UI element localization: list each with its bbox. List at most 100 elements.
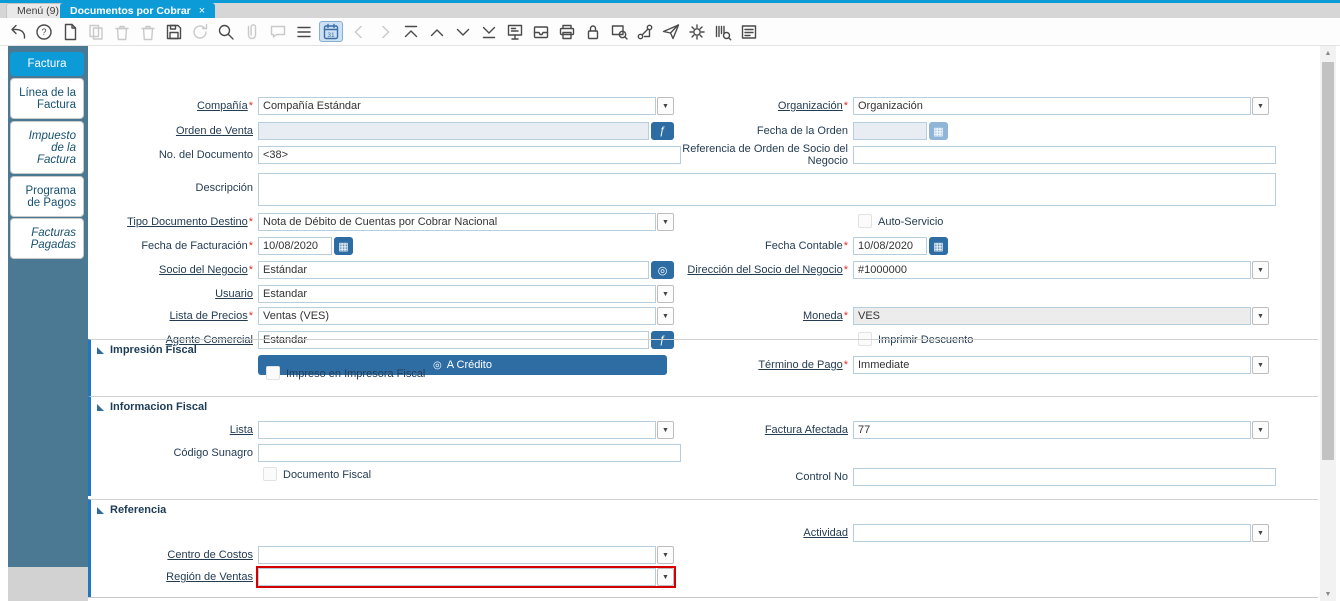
save-icon[interactable]	[163, 21, 184, 42]
lock-icon[interactable]	[582, 21, 603, 42]
sidebar-tab-linea-de-la-factura[interactable]: Línea de la Factura	[10, 78, 84, 119]
calendar-icon[interactable]: 31	[319, 21, 343, 42]
lista-value[interactable]	[258, 421, 656, 439]
direccion-socio-label[interactable]: Dirección del Socio del Negocio*	[678, 264, 848, 276]
next-record-icon[interactable]	[452, 21, 473, 42]
zoom-across-icon[interactable]	[608, 21, 629, 42]
fecha-de-la-orden-field[interactable]: ▦	[853, 122, 948, 140]
scroll-up-icon[interactable]: ▲	[1320, 46, 1336, 60]
descripcion-textarea[interactable]	[258, 173, 1276, 206]
actividad-combo[interactable]: ▼	[853, 524, 1269, 542]
tipo-documento-destino-value[interactable]: Nota de Débito de Cuentas por Cobrar Nac…	[258, 213, 656, 231]
compania-value[interactable]: Compañía Estándar	[258, 97, 656, 115]
usuario-dropdown-icon[interactable]: ▼	[657, 285, 674, 303]
workflow-icon[interactable]	[634, 21, 655, 42]
socio-del-negocio-info-button[interactable]: ◎	[651, 261, 674, 279]
fecha-contable-field[interactable]: ▦	[853, 237, 948, 255]
form-panel-icon[interactable]	[738, 21, 759, 42]
centro-de-costos-combo[interactable]: ▼	[258, 546, 674, 564]
region-de-ventas-dropdown-icon[interactable]: ▼	[657, 568, 674, 586]
direccion-socio-value[interactable]: #1000000	[853, 261, 1251, 279]
orden-de-venta-lookup-button[interactable]: ƒ	[651, 122, 674, 140]
previous-record-icon[interactable]	[426, 21, 447, 42]
lista-de-precios-dropdown-icon[interactable]: ▼	[657, 307, 674, 325]
usuario-value[interactable]: Estandar	[258, 285, 656, 303]
centro-de-costos-label[interactable]: Centro de Costos	[60, 549, 253, 561]
undo-icon[interactable]	[7, 21, 28, 42]
factura-afectada-combo[interactable]: 77 ▼	[853, 421, 1269, 439]
tab-documentos-por-cobrar[interactable]: Documentos por Cobrar ×	[60, 3, 216, 18]
scroll-down-icon[interactable]: ▼	[1320, 587, 1336, 601]
actividad-dropdown-icon[interactable]: ▼	[1252, 524, 1269, 542]
referencia-orden-input[interactable]	[853, 146, 1276, 164]
scrollbar-thumb[interactable]	[1322, 62, 1334, 460]
tipo-documento-destino-dropdown-icon[interactable]: ▼	[657, 213, 674, 231]
sidebar-tab-impuesto-de-la-factura[interactable]: Impuesto de la Factura	[10, 121, 84, 174]
control-no-input[interactable]	[853, 468, 1276, 486]
actividad-label[interactable]: Actividad	[678, 527, 848, 539]
lista-de-precios-label[interactable]: Lista de Precios*	[60, 310, 253, 322]
factura-afectada-dropdown-icon[interactable]: ▼	[1252, 421, 1269, 439]
sidebar-tab-factura[interactable]: Factura	[10, 52, 84, 76]
socio-del-negocio-label[interactable]: Socio del Negocio*	[60, 264, 253, 276]
direccion-socio-dropdown-icon[interactable]: ▼	[1252, 261, 1269, 279]
section-informacion-fiscal-header[interactable]: Informacion Fiscal	[97, 401, 207, 413]
tipo-documento-destino-label[interactable]: Tipo Documento Destino*	[60, 216, 253, 228]
factura-afectada-value[interactable]: 77	[853, 421, 1251, 439]
orden-de-venta-label[interactable]: Orden de Venta	[60, 125, 253, 137]
no-del-documento-input[interactable]	[258, 146, 681, 164]
grid-toggle-icon[interactable]	[293, 21, 314, 42]
organizacion-value[interactable]: Organización	[853, 97, 1251, 115]
section-referencia-header[interactable]: Referencia	[97, 504, 166, 516]
moneda-label[interactable]: Moneda*	[678, 310, 848, 322]
impreso-en-impresora-fiscal-checkbox[interactable]	[266, 366, 280, 380]
compania-combo[interactable]: Compañía Estándar ▼	[258, 97, 674, 115]
organizacion-combo[interactable]: Organización ▼	[853, 97, 1269, 115]
print-icon[interactable]	[556, 21, 577, 42]
moneda-combo[interactable]: VES ▼	[853, 307, 1269, 325]
new-record-icon[interactable]	[59, 21, 80, 42]
compania-label[interactable]: Compañía*	[60, 100, 253, 112]
sidebar-tab-facturas-pagadas[interactable]: Facturas Pagadas	[10, 218, 84, 259]
region-de-ventas-label[interactable]: Región de Ventas	[60, 571, 253, 583]
close-tab-icon[interactable]: ×	[199, 5, 205, 17]
centro-de-costos-dropdown-icon[interactable]: ▼	[657, 546, 674, 564]
request-icon[interactable]	[660, 21, 681, 42]
factura-afectada-label[interactable]: Factura Afectada	[678, 424, 848, 436]
usuario-combo[interactable]: Estandar ▼	[258, 285, 674, 303]
auto-servicio-checkbox[interactable]	[858, 214, 872, 228]
tipo-documento-destino-combo[interactable]: Nota de Débito de Cuentas por Cobrar Nac…	[258, 213, 674, 231]
organizacion-dropdown-icon[interactable]: ▼	[1252, 97, 1269, 115]
archive-icon[interactable]	[530, 21, 551, 42]
region-de-ventas-combo[interactable]: ▼	[256, 566, 676, 588]
centro-de-costos-value[interactable]	[258, 546, 656, 564]
organizacion-label[interactable]: Organización*	[678, 100, 848, 112]
lista-de-precios-combo[interactable]: Ventas (VES) ▼	[258, 307, 674, 325]
moneda-dropdown-icon[interactable]: ▼	[1252, 307, 1269, 325]
fecha-contable-input[interactable]	[853, 237, 927, 255]
vertical-scrollbar[interactable]: ▲ ▼	[1320, 46, 1336, 601]
fecha-de-la-orden-calendar-button[interactable]: ▦	[929, 122, 948, 140]
product-info-icon[interactable]	[712, 21, 733, 42]
region-de-ventas-value[interactable]	[258, 568, 656, 586]
actividad-value[interactable]	[853, 524, 1251, 542]
lista-dropdown-icon[interactable]: ▼	[657, 421, 674, 439]
socio-del-negocio-field[interactable]: Estándar ◎	[258, 261, 674, 279]
usuario-label[interactable]: Usuario	[60, 288, 253, 300]
compania-dropdown-icon[interactable]: ▼	[657, 97, 674, 115]
process-icon[interactable]	[686, 21, 707, 42]
fecha-de-facturacion-field[interactable]: ▦	[258, 237, 353, 255]
section-impresion-fiscal-header[interactable]: Impresión Fiscal	[97, 344, 197, 356]
codigo-sunagro-input[interactable]	[258, 444, 681, 462]
first-record-icon[interactable]	[400, 21, 421, 42]
orden-de-venta-field[interactable]: ƒ	[258, 122, 674, 140]
documento-fiscal-checkbox[interactable]	[263, 467, 277, 481]
lista-de-precios-value[interactable]: Ventas (VES)	[258, 307, 656, 325]
fecha-de-facturacion-calendar-button[interactable]: ▦	[334, 237, 353, 255]
socio-del-negocio-value[interactable]: Estándar	[258, 261, 649, 279]
lista-label[interactable]: Lista	[60, 424, 253, 436]
report-icon[interactable]	[504, 21, 525, 42]
help-icon[interactable]: ?	[33, 21, 54, 42]
fecha-contable-calendar-button[interactable]: ▦	[929, 237, 948, 255]
lista-combo[interactable]: ▼	[258, 421, 674, 439]
